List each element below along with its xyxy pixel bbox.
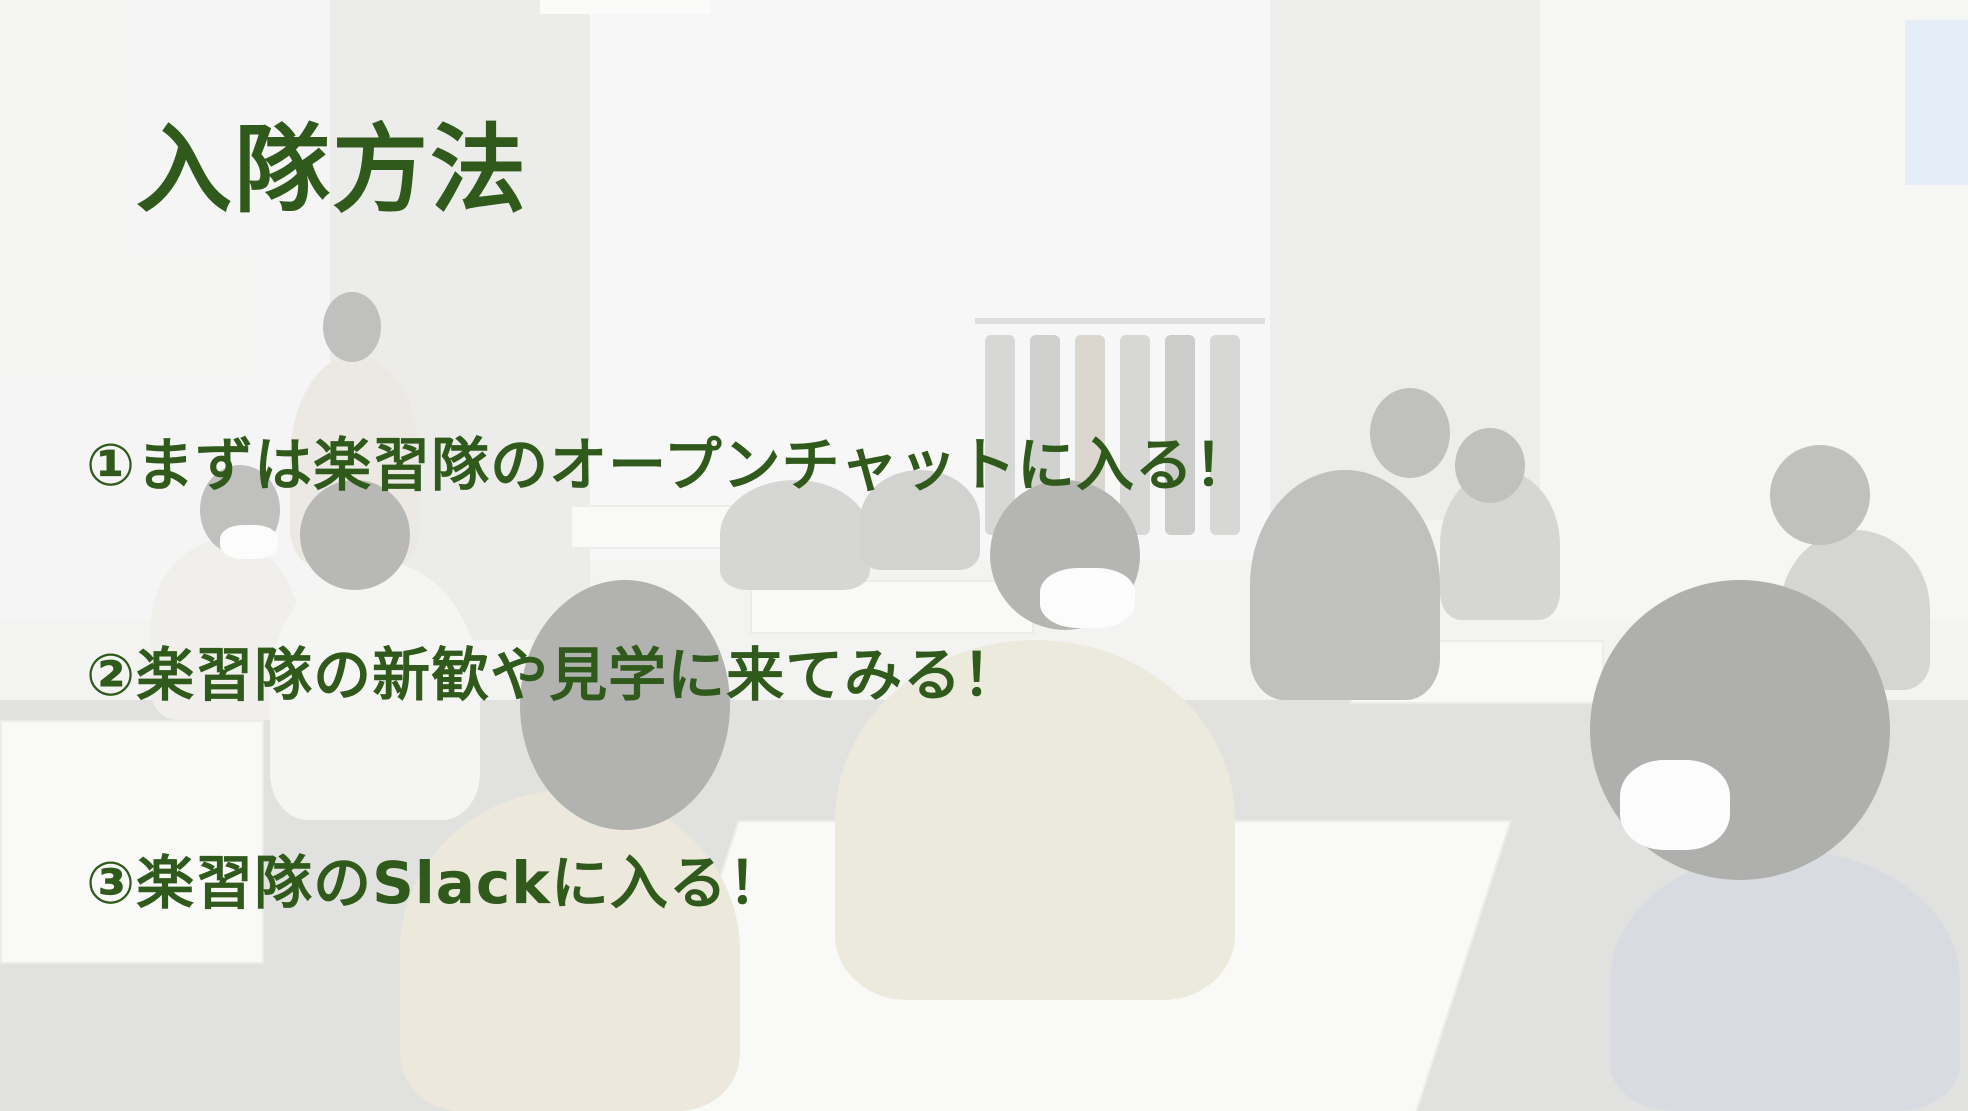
step-1-text: ①まずは楽習隊のオープンチャットに入る！ <box>86 431 1254 499</box>
slide-title: 入隊方法 <box>136 114 528 226</box>
slide: 入隊方法 ①まずは楽習隊のオープンチャットに入る！ ②楽習隊の新歓や見学に来てみ… <box>0 0 1968 1111</box>
slide-content: 入隊方法 ①まずは楽習隊のオープンチャットに入る！ ②楽習隊の新歓や見学に来てみ… <box>0 0 1968 1111</box>
step-2-text: ②楽習隊の新歓や見学に来てみる！ <box>86 641 1022 709</box>
step-3-text: ③楽習隊のSlackに入る！ <box>86 849 787 917</box>
